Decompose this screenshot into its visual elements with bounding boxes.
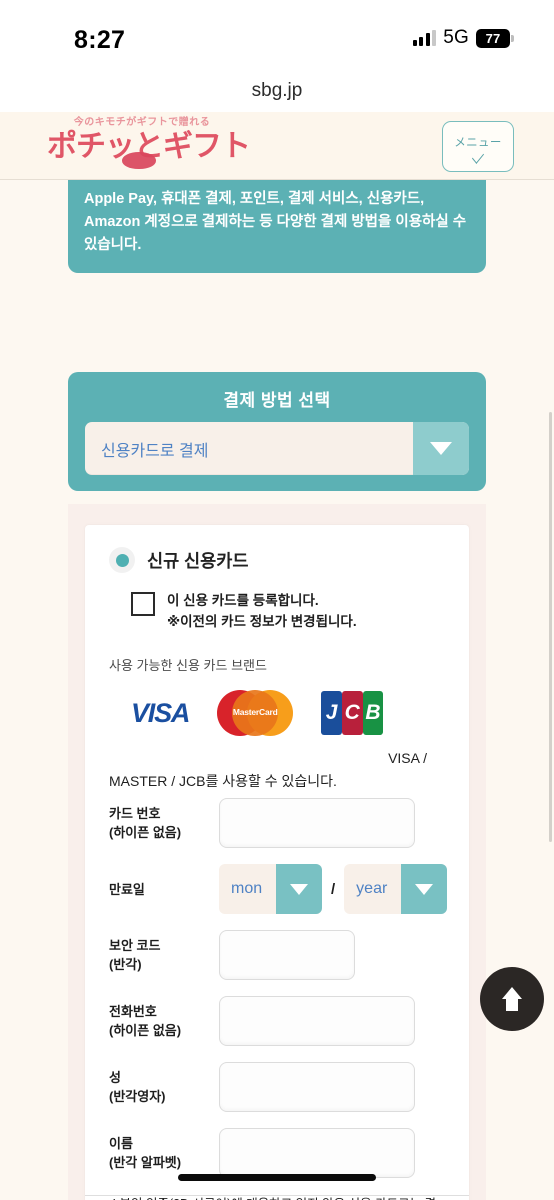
phone-screen: 8:27 5G 77 sbg.jp 今のキモチがギフトで贈れる ポチッとギフト … bbox=[0, 0, 554, 1200]
input-card-number[interactable] bbox=[219, 798, 415, 848]
status-bar: 8:27 5G 77 bbox=[0, 0, 554, 70]
mastercard-icon: MasterCard bbox=[217, 690, 294, 736]
expiry-month-dropdown-arrow[interactable] bbox=[276, 864, 322, 914]
label-firstname-line2: (반각 알파벳) bbox=[109, 1155, 182, 1170]
label-phone: 전화번호 (하이픈 없음) bbox=[109, 1002, 219, 1040]
scroll-to-top-button[interactable] bbox=[480, 967, 544, 1031]
battery-icon: 77 bbox=[476, 28, 514, 48]
page-scrollbar[interactable] bbox=[549, 412, 552, 842]
radio-new-card[interactable] bbox=[109, 547, 135, 573]
payment-method-title: 결제 방법 선택 bbox=[223, 391, 331, 410]
label-expiry: 만료일 bbox=[109, 880, 219, 899]
payment-method-section: 결제 방법 선택 신용카드로 결제 bbox=[68, 372, 486, 491]
label-firstname-line1: 이름 bbox=[109, 1136, 133, 1151]
visa-icon: VISA bbox=[131, 697, 190, 728]
divider bbox=[85, 1195, 469, 1196]
web-page: 今のキモチがギフトで贈れる ポチッとギフト メニュー Apple Pay, 휴대… bbox=[0, 112, 554, 1200]
logo-tagline: 今のキモチがギフトで贈れる bbox=[73, 117, 211, 128]
select-expiry-month-value: mon bbox=[231, 880, 263, 897]
label-phone-line1: 전화번호 bbox=[109, 1004, 157, 1019]
label-security-code: 보안 코드 (반각) bbox=[109, 936, 219, 974]
brand-note: VISA / MASTER / JCB를 사용할 수 있습니다. bbox=[109, 750, 445, 792]
field-row-firstname: 이름 (반각 알파벳) bbox=[109, 1128, 445, 1178]
triangle-down-icon bbox=[415, 883, 434, 895]
label-security-code-line1: 보안 코드 bbox=[109, 938, 161, 953]
label-phone-line2: (하이픈 없음) bbox=[109, 1023, 182, 1038]
site-logo[interactable]: 今のキモチがギフトで贈れる ポチッとギフト bbox=[47, 116, 251, 169]
arrow-up-icon bbox=[502, 987, 522, 1011]
status-bar-indicators: 5G 77 bbox=[412, 26, 514, 50]
mastercard-wordmark: MasterCard bbox=[232, 707, 278, 717]
input-firstname[interactable] bbox=[219, 1128, 415, 1178]
credit-card-form: 카드 번호 (하이픈 없음) 만료일 mon / year 보안 코드 (반각)… bbox=[109, 798, 448, 1178]
expiry-separator: / bbox=[331, 880, 336, 898]
select-expiry-year-value: year bbox=[356, 880, 388, 897]
payment-method-selected-value: 신용카드로 결제 bbox=[101, 442, 209, 460]
url-text: sbg.jp bbox=[251, 80, 303, 101]
checkbox-labels: 이 신용 카드를 등록합니다. ※이전의 카드 정보가 변경됩니다. bbox=[167, 591, 357, 633]
expiry-controls: mon / year bbox=[219, 864, 448, 914]
menu-button-label: メニュー bbox=[454, 136, 502, 149]
chevron-down-icon bbox=[471, 148, 485, 164]
network-type-label: 5G bbox=[443, 27, 469, 48]
logo-decoration bbox=[122, 152, 156, 169]
label-card-number: 카드 번호 (하이픈 없음) bbox=[109, 804, 219, 842]
checkbox-register-card[interactable] bbox=[131, 592, 155, 616]
payment-method-dropdown-arrow[interactable] bbox=[413, 422, 469, 475]
radio-selected-dot bbox=[115, 553, 129, 567]
jcb-icon: JCB bbox=[321, 691, 384, 735]
label-firstname: 이름 (반각 알파벳) bbox=[109, 1134, 219, 1172]
label-expiry-line1: 만료일 bbox=[109, 881, 145, 897]
input-lastname[interactable] bbox=[219, 1062, 415, 1112]
label-card-number-line1: 카드 번호 bbox=[109, 806, 161, 821]
brand-note-left: MASTER / JCB를 사용할 수 있습니다. bbox=[109, 773, 337, 789]
cellular-signal-icon bbox=[412, 30, 437, 46]
triangle-down-icon bbox=[290, 883, 308, 895]
label-security-code-line2: (반각) bbox=[109, 957, 142, 972]
site-header: 今のキモチがギフトで贈れる ポチッとギフト メニュー bbox=[0, 112, 554, 180]
brands-title: 사용 가능한 신용 카드 브랜드 bbox=[109, 658, 267, 673]
label-lastname-line1: 성 bbox=[109, 1070, 121, 1085]
input-phone[interactable] bbox=[219, 996, 415, 1046]
menu-button[interactable]: メニュー bbox=[442, 121, 514, 172]
field-row-expiry: 만료일 mon / year bbox=[109, 864, 448, 914]
new-credit-card-radio-row[interactable]: 신규 신용카드 bbox=[109, 547, 445, 573]
card-brand-logos: VISA MasterCard JCB bbox=[109, 690, 445, 736]
brand-note-right: VISA / bbox=[388, 750, 427, 766]
select-expiry-year[interactable]: year bbox=[344, 864, 448, 914]
home-indicator bbox=[178, 1174, 376, 1181]
payment-info-text: Apple Pay, 휴대폰 결제, 포인트, 결제 서비스, 신용카드, Am… bbox=[84, 191, 467, 253]
select-expiry-month[interactable]: mon bbox=[219, 864, 322, 914]
status-bar-time: 8:27 bbox=[74, 26, 126, 54]
expiry-year-dropdown-arrow[interactable] bbox=[401, 864, 448, 914]
triangle-down-icon bbox=[430, 442, 452, 455]
browser-url-bar[interactable]: sbg.jp bbox=[0, 70, 554, 112]
field-row-security-code: 보안 코드 (반각) bbox=[109, 930, 445, 980]
payment-method-select[interactable]: 신용카드로 결제 bbox=[85, 422, 469, 475]
field-row-card-number: 카드 번호 (하이픈 없음) bbox=[109, 798, 445, 848]
field-row-phone: 전화번호 (하이픈 없음) bbox=[109, 996, 445, 1046]
radio-new-card-label: 신규 신용카드 bbox=[147, 550, 249, 571]
input-security-code[interactable] bbox=[219, 930, 355, 980]
field-row-lastname: 성 (반각영자) bbox=[109, 1062, 445, 1112]
checkbox-label-primary: 이 신용 카드를 등록합니다. bbox=[167, 593, 319, 608]
label-lastname-line2: (반각영자) bbox=[109, 1089, 166, 1104]
card-form-card: 신규 신용카드 이 신용 카드를 등록합니다. ※이전의 카드 정보가 변경됩니… bbox=[85, 525, 469, 1200]
register-card-checkbox-row[interactable]: 이 신용 카드를 등록합니다. ※이전의 카드 정보가 변경됩니다. bbox=[131, 591, 445, 633]
label-card-number-line2: (하이픈 없음) bbox=[109, 825, 182, 840]
checkbox-label-note: ※이전의 카드 정보가 변경됩니다. bbox=[167, 614, 357, 629]
label-lastname: 성 (반각영자) bbox=[109, 1068, 219, 1106]
payment-info-banner: Apple Pay, 휴대폰 결제, 포인트, 결제 서비스, 신용카드, Am… bbox=[68, 180, 486, 273]
